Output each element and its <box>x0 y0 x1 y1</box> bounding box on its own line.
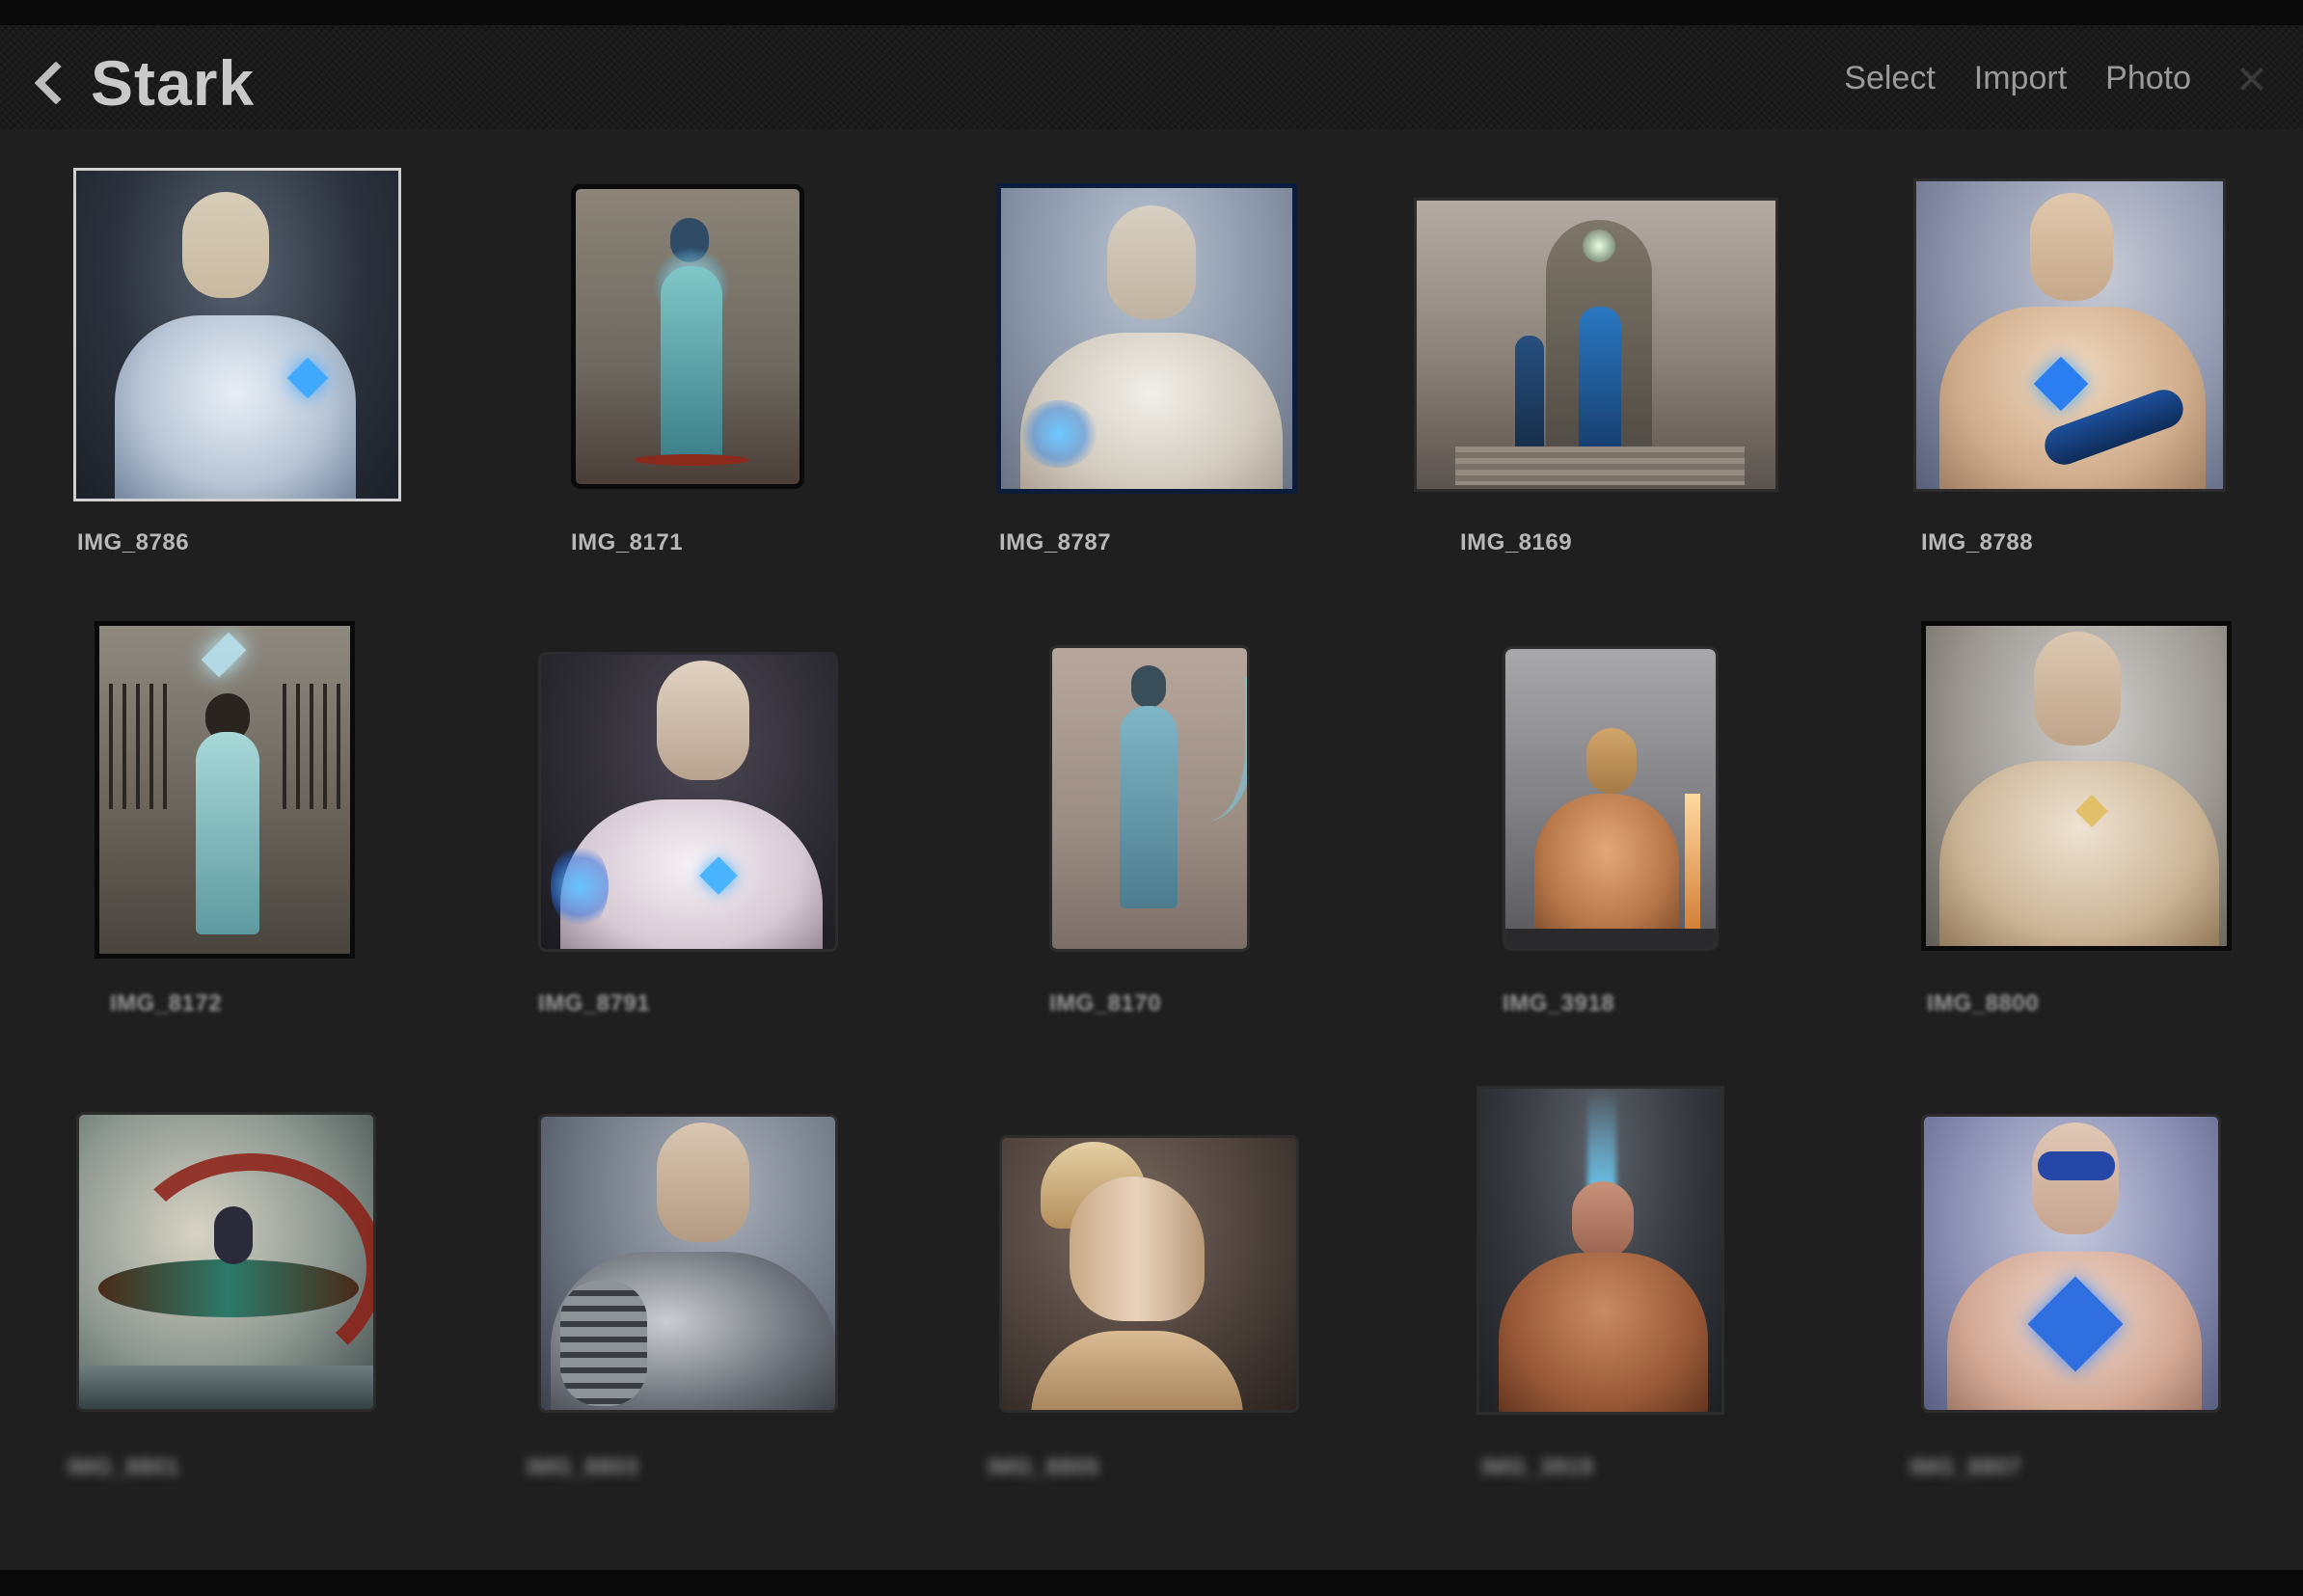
thumbnail-image <box>1049 645 1250 952</box>
photo-name: IMG_8801 <box>68 1454 180 1480</box>
thumbnail-image <box>996 183 1297 494</box>
thumbnail-image <box>571 184 804 489</box>
import-button[interactable]: Import <box>1974 60 2067 97</box>
thumbnail-image <box>1477 1086 1724 1415</box>
photo-button[interactable]: Photo <box>2105 60 2191 97</box>
photo-name: IMG_8172 <box>110 990 223 1016</box>
back-button[interactable]: Stark <box>27 46 255 120</box>
page-title: Stark <box>91 47 256 119</box>
photo-name: IMG_8171 <box>571 529 684 555</box>
thumbnail-image <box>538 652 838 952</box>
home-indicator-bar <box>0 1570 2303 1596</box>
header-actions: Select Import Photo <box>1844 60 2264 97</box>
photo-name: IMG_8791 <box>538 990 651 1016</box>
photo-name: IMG_3919 <box>1481 1454 1594 1480</box>
photo-name: IMG_8169 <box>1460 529 1573 555</box>
thumbnail-image <box>1921 1114 2221 1413</box>
thumbnail-image <box>538 1114 838 1413</box>
photo-name: IMG_8788 <box>1921 529 2034 555</box>
thumbnail-image <box>95 621 355 959</box>
close-icon[interactable] <box>2239 67 2264 92</box>
photo-name: IMG_8807 <box>1910 1454 2022 1480</box>
select-button[interactable]: Select <box>1844 60 1936 97</box>
thumbnail-image <box>1921 621 2232 951</box>
thumbnail-image <box>1414 198 1778 492</box>
photo-name: IMG_8170 <box>1049 990 1162 1016</box>
photo-name: IMG_3918 <box>1503 990 1615 1016</box>
photo-name: IMG_8787 <box>999 529 1112 555</box>
photo-name: IMG_8803 <box>527 1454 639 1480</box>
thumbnail-image <box>76 1112 376 1412</box>
status-bar <box>0 0 2303 25</box>
thumbnail-image <box>1913 178 2226 492</box>
photo-name: IMG_8800 <box>1927 990 2040 1016</box>
header-bar: Stark Select Import Photo <box>0 25 2303 129</box>
photo-name: IMG_8786 <box>77 529 190 555</box>
thumbnail-image <box>73 168 401 501</box>
thumbnail-image <box>999 1135 1299 1413</box>
thumbnail-image <box>1503 646 1719 951</box>
photo-name: IMG_8805 <box>988 1454 1100 1480</box>
chevron-left-icon <box>34 61 78 105</box>
